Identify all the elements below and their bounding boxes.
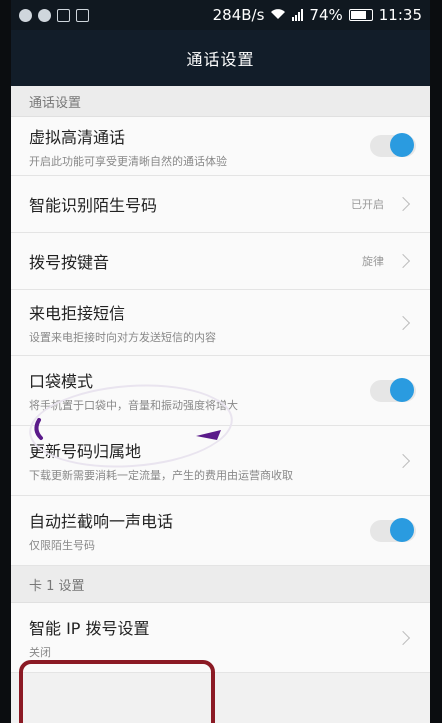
app-notification-icon [19,8,32,22]
setting-hd-voice[interactable]: 虚拟高清通话 开启此功能可享受更清晰自然的通话体验 [11,117,430,176]
status-bar: 284B/s 74% 11:35 [11,0,430,30]
signal-icon [292,9,304,21]
setting-subtitle: 关闭 [29,646,51,659]
section-header: 卡 1 设置 [11,566,430,603]
wifi-icon [270,6,286,24]
app-bar: 通话设置 [11,30,430,86]
pocket-mode-toggle[interactable] [370,377,416,402]
setting-reject-sms[interactable]: 来电拒接短信 设置来电拒接时向对方发送短信的内容 [11,290,430,356]
app-notification-icon [38,8,51,22]
network-speed: 284B/s [212,6,265,24]
battery-percent: 74% [309,6,343,24]
settings-list: 虚拟高清通话 开启此功能可享受更清晰自然的通话体验 智能识别陌生号码 已开启 拨… [11,117,430,566]
setting-title: 智能 IP 拨号设置 [29,619,150,638]
clock: 11:35 [378,6,422,24]
chevron-right-icon [395,630,411,645]
setting-title: 来电拒接短信 [29,304,126,323]
section-header: 通话设置 [11,86,430,117]
setting-smart-ip-dial[interactable]: 智能 IP 拨号设置 关闭 [11,603,430,673]
setting-title: 口袋模式 [29,372,94,391]
setting-subtitle: 设置来电拒接时向对方发送短信的内容 [29,331,216,344]
chevron-right-icon [395,196,411,212]
setting-update-location[interactable]: 更新号码归属地 下载更新需要消耗一定流量，产生的费用由运营商收取 [11,426,430,496]
setting-pocket-mode[interactable]: 口袋模式 将手机置于口袋中，音量和振动强度将增大 [11,356,430,426]
battery-icon [348,9,373,21]
hd-voice-toggle[interactable] [370,133,416,157]
setting-subtitle: 开启此功能可享受更清晰自然的通话体验 [29,154,227,168]
toggle-knob [390,133,414,157]
block-one-ring-toggle[interactable] [370,517,416,542]
setting-unknown-number-id[interactable]: 智能识别陌生号码 已开启 [11,176,430,233]
image-notification-icon [76,8,89,22]
setting-value: 旋律 [362,255,384,268]
phone-screen: 284B/s 74% 11:35 通话设置 通话设置 虚拟高清通话 开启此功能可… [11,0,430,723]
toggle-knob [390,517,414,542]
setting-dial-tone[interactable]: 拨号按键音 旋律 [11,233,430,290]
card1-settings-list: 智能 IP 拨号设置 关闭 [11,603,430,673]
toggle-knob [390,377,414,402]
page-title: 通话设置 [186,50,255,69]
setting-subtitle: 仅限陌生号码 [29,539,95,552]
chevron-right-icon [395,453,411,468]
setting-title: 智能识别陌生号码 [29,196,158,215]
setting-title: 自动拦截响一声电话 [29,512,174,531]
image-notification-icon [57,8,70,22]
notification-icons [19,8,89,22]
chevron-right-icon [395,253,411,269]
setting-title: 拨号按键音 [29,253,110,272]
chevron-right-icon [395,315,411,330]
setting-title: 虚拟高清通话 [29,127,126,147]
setting-subtitle: 下载更新需要消耗一定流量，产生的费用由运营商收取 [29,469,293,482]
setting-block-one-ring[interactable]: 自动拦截响一声电话 仅限陌生号码 [11,496,430,566]
setting-subtitle: 将手机置于口袋中，音量和振动强度将增大 [29,399,238,412]
setting-title: 更新号码归属地 [29,442,142,461]
setting-value: 已开启 [351,198,384,211]
